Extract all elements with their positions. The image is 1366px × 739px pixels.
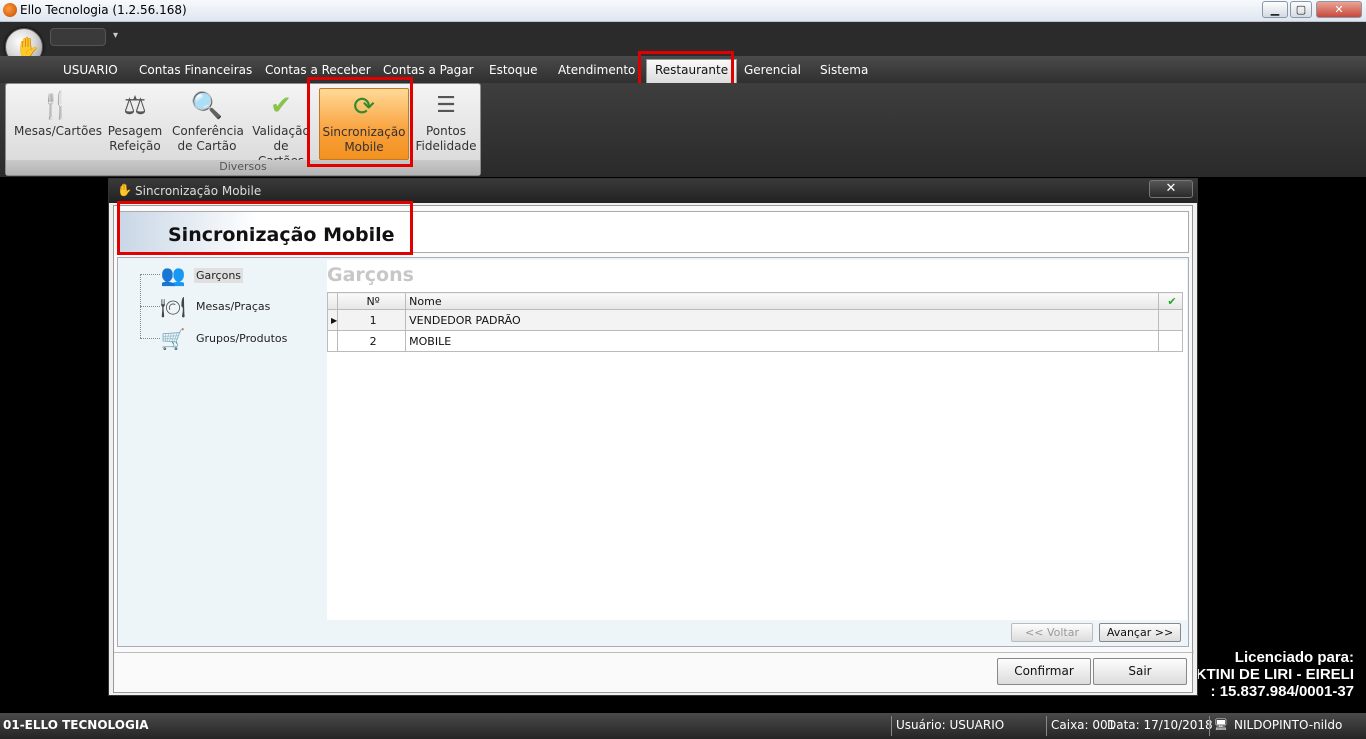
window-titlebar: Ello Tecnologia (1.2.56.168) ▁ ▢ ✕ — [0, 0, 1366, 22]
sync-icon: ⟳ — [353, 92, 375, 122]
ribbon-group-diversos: 🍴 Mesas/Cartões ⚖ Pesagem Refeição 🔍 Con… — [5, 83, 481, 176]
sincronizacao-mobile-button[interactable]: ⟳ Sincronização Mobile — [319, 88, 409, 160]
menu-contas-a-pagar[interactable]: Contas a Pagar — [383, 63, 474, 77]
licence-cnpj: : 15.837.984/0001-37 — [1210, 683, 1354, 700]
grid-header-name[interactable]: Nome — [405, 292, 1159, 310]
next-button[interactable]: Avançar >> — [1099, 623, 1181, 642]
status-date: Data: 17/10/2018 — [1107, 718, 1213, 732]
dialog-header-panel: Sincronização Mobile — [117, 211, 1189, 253]
scale-icon: ⚖ — [123, 91, 147, 121]
menu-contas-financeiras[interactable]: Contas Financeiras — [139, 63, 252, 77]
magnifier-icon: 🔍 — [190, 91, 224, 121]
menu-estoque[interactable]: Estoque — [489, 63, 538, 77]
row-name: MOBILE — [405, 330, 1159, 352]
tree-item-mesas-pracas[interactable]: Mesas/Praças — [196, 300, 270, 313]
section-title: Garçons — [327, 264, 414, 286]
maximize-button[interactable]: ▢ — [1290, 1, 1312, 18]
dialog-body: Sincronização Mobile 👥 Garçons 🍽 Mesas/P… — [113, 205, 1194, 693]
menu-contas-a-receber[interactable]: Contas a Receber — [265, 63, 371, 77]
status-machine: NILDOPINTO-nildo — [1234, 718, 1343, 732]
ribbon: 🍴 Mesas/Cartões ⚖ Pesagem Refeição 🔍 Con… — [0, 83, 1366, 177]
validacao-cartoes-button[interactable]: ✔ Validação de Cartões — [250, 88, 312, 160]
menu-atendimento[interactable]: Atendimento — [558, 63, 635, 77]
table-icon: 🍽 — [160, 295, 186, 319]
window-title: Ello Tecnologia (1.2.56.168) — [20, 3, 187, 17]
dialog-titlebar: ✋ Sincronização Mobile ✕ — [109, 179, 1197, 203]
tree-connector — [140, 306, 160, 307]
tree-connector — [140, 274, 160, 275]
dialog-header-title: Sincronização Mobile — [168, 224, 395, 246]
conferencia-cartao-button[interactable]: 🔍 Conferência de Cartão — [172, 88, 244, 160]
menu-bar: USUARIO Contas Financeiras Contas a Rece… — [0, 56, 1366, 83]
tree-item-grupos-produtos[interactable]: Grupos/Produtos — [196, 332, 287, 345]
table-row[interactable]: ▶ 1 VENDEDOR PADRÃO — [326, 309, 1183, 331]
row-num: 1 — [337, 309, 407, 331]
waiters-icon: 👥 — [160, 263, 186, 287]
menu-gerencial[interactable]: Gerencial — [744, 63, 801, 77]
cart-icon: 🛒 — [160, 327, 186, 351]
garcons-section: Garçons Nº Nome ✔ ▶ 1 VENDEDOR PADRÃO 2 … — [326, 260, 1187, 620]
menu-restaurante[interactable]: Restaurante — [646, 59, 738, 83]
check-icon[interactable]: ✔ — [1158, 292, 1183, 310]
waiters-grid: Nº Nome ✔ ▶ 1 VENDEDOR PADRÃO 2 MOBILE — [326, 292, 1183, 352]
utensils-icon: 🍴 — [39, 91, 73, 121]
row-check[interactable] — [1158, 330, 1183, 352]
checkmark-icon: ✔ — [270, 91, 292, 121]
back-button[interactable]: << Voltar — [1011, 623, 1093, 642]
status-company: 01-ELLO TECNOLOGIA — [3, 718, 149, 732]
quick-access-buttons[interactable] — [50, 28, 106, 46]
licence-label: Licenciado para: — [1234, 649, 1354, 666]
computer-icon: 🖥 — [1214, 718, 1228, 731]
menu-sistema[interactable]: Sistema — [820, 63, 868, 77]
licence-company: KTINI DE LIRI - EIRELI — [1195, 666, 1354, 683]
row-num: 2 — [337, 330, 407, 352]
mesas-cartoes-button[interactable]: 🍴 Mesas/Cartões — [14, 88, 102, 160]
pesagem-refeicao-button[interactable]: ⚖ Pesagem Refeição — [104, 88, 166, 160]
close-window-button[interactable]: ✕ — [1316, 1, 1362, 18]
dialog-close-button[interactable]: ✕ — [1149, 180, 1193, 198]
table-row[interactable]: 2 MOBILE — [326, 330, 1183, 352]
sync-mobile-dialog: ✋ Sincronização Mobile ✕ Sincronização M… — [108, 178, 1198, 696]
grid-indicator-header — [326, 292, 339, 310]
document-list-icon: ☰ — [436, 93, 456, 118]
menu-usuario[interactable]: USUARIO — [63, 63, 118, 77]
app-hand-icon — [3, 3, 17, 17]
pontos-fidelidade-button[interactable]: ☰ Pontos Fidelidade — [414, 88, 478, 160]
exit-button[interactable]: Sair — [1093, 658, 1187, 685]
current-row-pointer-icon: ▶ — [326, 309, 339, 331]
dialog-hand-icon: ✋ — [117, 183, 132, 197]
tree-item-garcons[interactable]: Garçons — [194, 268, 244, 283]
row-name: VENDEDOR PADRÃO — [405, 309, 1159, 331]
quick-access-customize-icon[interactable]: ▾ — [113, 30, 118, 41]
row-indicator — [326, 330, 339, 352]
status-user: Usuário: USUARIO — [896, 718, 1005, 732]
tree-connector — [140, 338, 160, 339]
footer-divider — [114, 652, 1194, 653]
row-check[interactable] — [1158, 309, 1183, 331]
confirm-button[interactable]: Confirmar — [997, 658, 1091, 685]
wizard-content-panel: 👥 Garçons 🍽 Mesas/Praças 🛒 Grupos/Produt… — [117, 257, 1189, 647]
status-cash: Caixa: 001 — [1051, 718, 1116, 732]
status-bar: 01-ELLO TECNOLOGIA Usuário: USUARIO Caix… — [0, 713, 1366, 739]
minimize-button[interactable]: ▁ — [1262, 1, 1288, 18]
dialog-title: Sincronização Mobile — [135, 184, 262, 198]
grid-header-num[interactable]: Nº — [337, 292, 407, 310]
ribbon-group-label: Diversos — [6, 160, 480, 175]
quick-access-bar — [0, 22, 1366, 56]
